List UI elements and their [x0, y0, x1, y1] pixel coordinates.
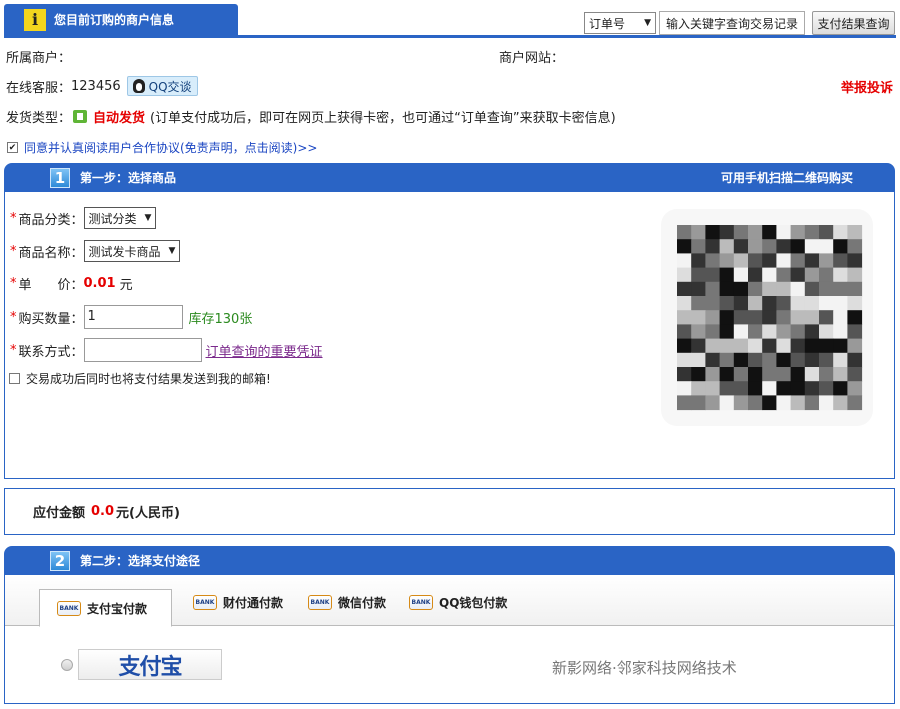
category-label: 商品分类：	[18, 212, 84, 228]
delivery-icon	[73, 110, 88, 123]
product-name-value: 测试发卡商品	[88, 244, 161, 259]
keyword-search-placeholder: 输入关键字查询交易记录	[665, 16, 798, 31]
qq-chat-button[interactable]: QQ交谈	[126, 76, 198, 96]
product-name-row: * 商品名称： 测试发卡商品 ▼	[10, 240, 181, 262]
product-name-select[interactable]: 测试发卡商品 ▼	[83, 240, 181, 262]
chevron-down-icon: ▼	[144, 213, 152, 223]
tab-wechat[interactable]: BANK 微信付款	[308, 590, 386, 614]
delivery-type-row: 发货类型： 自动发货 (订单支付成功后，即可在网页上获得卡密，也可通过“订单查询…	[6, 107, 616, 126]
qr-code-image	[677, 225, 863, 411]
payable-amount-unit: 元(人民币)	[116, 506, 180, 521]
delivery-type-label: 发货类型：	[6, 111, 72, 126]
tab-alipay-label: 支付宝付款	[87, 601, 148, 616]
required-mark: *	[10, 210, 17, 226]
merchant-owner-row: 所属商户：	[6, 47, 71, 66]
payment-tabs: BANK 支付宝付款 BANK 财付通付款 BANK 微信付款 BANK QQ钱…	[5, 576, 894, 627]
payable-amount-label: 应付金额	[33, 506, 86, 521]
alipay-radio[interactable]	[61, 659, 73, 671]
footer-copyright: 新影网络·邻家科技网络技术	[552, 659, 737, 677]
customer-service-row: 在线客服： 123456 QQ交谈	[6, 76, 198, 96]
payment-result-query-button[interactable]: 支付结果查询	[812, 11, 895, 35]
step2-title: 第二步：选择支付途径	[80, 554, 201, 568]
keyword-search-input[interactable]: 输入关键字查询交易记录	[659, 11, 805, 35]
agreement-checkbox[interactable]: ✔	[7, 142, 18, 153]
product-name-label: 商品名称：	[18, 245, 84, 261]
step1-number-icon: 1	[50, 167, 70, 188]
contact-row: * 联系方式： 订单查询的重要凭证	[10, 338, 323, 362]
bank-icon: BANK	[308, 594, 332, 610]
customer-service-label: 在线客服：	[6, 80, 72, 96]
customer-service-value: 123456	[71, 78, 121, 94]
agreement-link[interactable]: 同意并认真阅读用户合作协议(免责声明，点击阅读)>>	[24, 139, 317, 156]
qr-code	[661, 209, 873, 426]
agreement-row: ✔ 同意并认真阅读用户合作协议(免责声明，点击阅读)>>	[7, 139, 317, 156]
required-mark: *	[10, 309, 17, 325]
step1-title: 第一步：选择商品	[80, 171, 177, 185]
payable-amount-value: 0.0	[91, 504, 115, 519]
tab-tenpay-label: 财付通付款	[223, 595, 284, 610]
delivery-type-value: 自动发货	[93, 111, 146, 126]
unit-price-label: 单 价：	[18, 278, 84, 293]
unit-price-unit: 元	[119, 278, 133, 293]
delivery-note: (订单支付成功后，即可在网页上获得卡密，也可通过“订单查询”来获取卡密信息)	[150, 111, 616, 126]
qq-penguin-icon	[132, 79, 145, 93]
unit-price-row: * 单 价： 0.01 元	[10, 274, 133, 293]
step2-number-icon: 2	[50, 550, 70, 571]
qr-hint: 可用手机扫描二维码购买	[720, 171, 853, 185]
payable-amount-box: 应付金额 0.0 元(人民币)	[4, 488, 895, 535]
report-complaint-link[interactable]: 举报投诉	[841, 77, 893, 96]
alipay-option-row: 支付宝 新影网络·邻家科技网络技术	[5, 627, 894, 703]
quantity-row: * 购买数量： 1 库存130张	[10, 305, 252, 329]
tab-tenpay[interactable]: BANK 财付通付款	[193, 590, 283, 614]
step1-header: 1 第一步：选择商品 可用手机扫描二维码购买	[4, 163, 895, 192]
info-icon: i	[24, 8, 46, 31]
unit-price-value: 0.01	[83, 276, 116, 291]
required-mark: *	[10, 243, 17, 259]
tab-alipay[interactable]: BANK 支付宝付款	[39, 589, 172, 627]
chevron-down-icon: ▼	[168, 246, 176, 256]
required-mark: *	[10, 276, 17, 291]
bank-icon: BANK	[193, 594, 217, 610]
stock-count: 库存130张	[188, 311, 253, 327]
order-type-select[interactable]: 订单号 ▼	[584, 12, 656, 34]
contact-label: 联系方式：	[18, 344, 84, 360]
tab-qq-wallet[interactable]: BANK QQ钱包付款	[409, 590, 507, 614]
chevron-down-icon: ▼	[644, 18, 651, 28]
merchant-site-row: 商户网站：	[499, 47, 564, 66]
header-divider	[4, 35, 896, 38]
required-mark: *	[10, 342, 17, 358]
email-option-label: 交易成功后同时也将支付结果发送到我的邮箱!	[26, 372, 271, 386]
tab-wechat-label: 微信付款	[338, 595, 387, 610]
merchant-info-title: 您目前订购的商户信息	[54, 13, 175, 27]
quantity-label: 购买数量：	[18, 311, 84, 327]
contact-input[interactable]	[83, 338, 202, 362]
category-select[interactable]: 测试分类 ▼	[83, 207, 157, 229]
quantity-input[interactable]: 1	[83, 305, 183, 329]
merchant-owner-label: 所属商户：	[6, 51, 72, 66]
order-type-value: 订单号	[589, 16, 626, 31]
category-row: * 商品分类： 测试分类 ▼	[10, 207, 157, 229]
tab-qq-wallet-label: QQ钱包付款	[439, 595, 508, 610]
bank-icon: BANK	[57, 600, 81, 616]
qq-chat-label: QQ交谈	[148, 79, 192, 94]
order-query-credential-link[interactable]: 订单查询的重要凭证	[206, 341, 323, 360]
merchant-info-tab[interactable]: i 您目前订购的商户信息	[4, 4, 238, 35]
alipay-logo[interactable]: 支付宝	[78, 649, 222, 680]
email-option-row: 交易成功后同时也将支付结果发送到我的邮箱!	[9, 370, 271, 387]
alipay-logo-text: 支付宝	[118, 653, 182, 680]
bank-icon: BANK	[409, 594, 433, 610]
header-bar: i 您目前订购的商户信息 订单号 ▼ 输入关键字查询交易记录 支付结果查询	[0, 0, 900, 38]
email-option-checkbox[interactable]	[9, 373, 20, 384]
merchant-site-label: 商户网站：	[499, 51, 565, 66]
category-value: 测试分类	[88, 211, 137, 226]
step2-header: 2 第二步：选择支付途径	[4, 546, 895, 575]
